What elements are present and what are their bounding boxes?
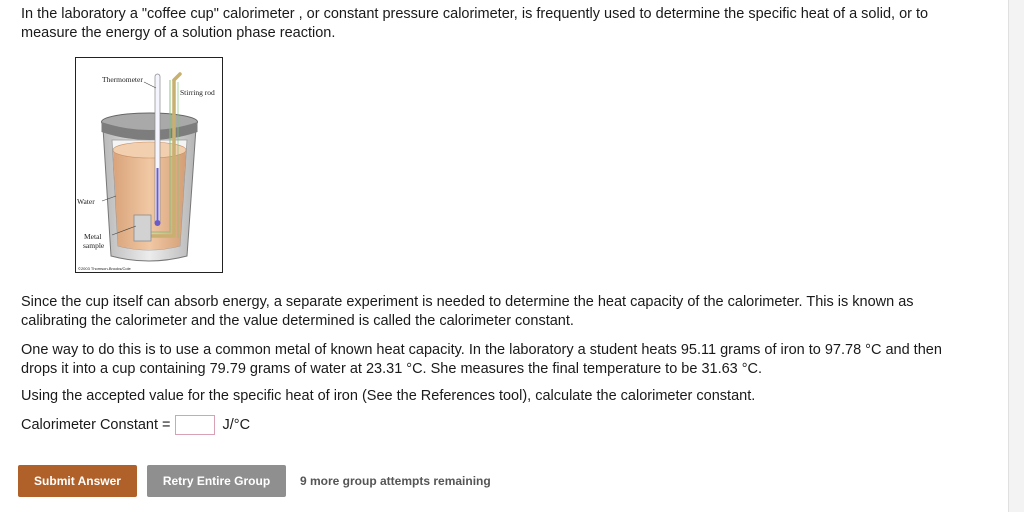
label-water: Water: [77, 197, 95, 206]
side-panel-edge: [1008, 0, 1024, 512]
metal-sample: [133, 214, 152, 242]
calorimeter-constant-input[interactable]: [174, 415, 215, 435]
label-stirring-rod: Stirring rod: [180, 88, 215, 97]
submit-answer-button[interactable]: Submit Answer: [18, 465, 137, 497]
answer-label: Calorimeter Constant =: [21, 417, 171, 433]
label-sample: sample: [83, 241, 105, 250]
label-metal: Metal: [84, 232, 102, 241]
retry-entire-group-button[interactable]: Retry Entire Group: [147, 465, 286, 497]
label-thermometer: Thermometer: [102, 75, 143, 84]
attempts-remaining-text: 9 more group attempts remaining: [300, 474, 491, 488]
calibration-paragraph: Since the cup itself can absorb energy, …: [21, 294, 914, 329]
figure-copyright: ©2003 Thomson-Brooks/Cole: [78, 266, 131, 271]
answer-row: Calorimeter Constant = J/°C: [21, 413, 250, 437]
answer-unit: J/°C: [222, 417, 251, 433]
experiment-paragraph: One way to do this is to use a common me…: [21, 342, 942, 377]
instruction-paragraph: Using the accepted value for the specifi…: [21, 388, 756, 404]
intro-text: In the laboratory a "coffee cup" calorim…: [21, 6, 929, 41]
calorimeter-figure: Thermometer Stirring rod Water Metal sam…: [75, 57, 223, 273]
